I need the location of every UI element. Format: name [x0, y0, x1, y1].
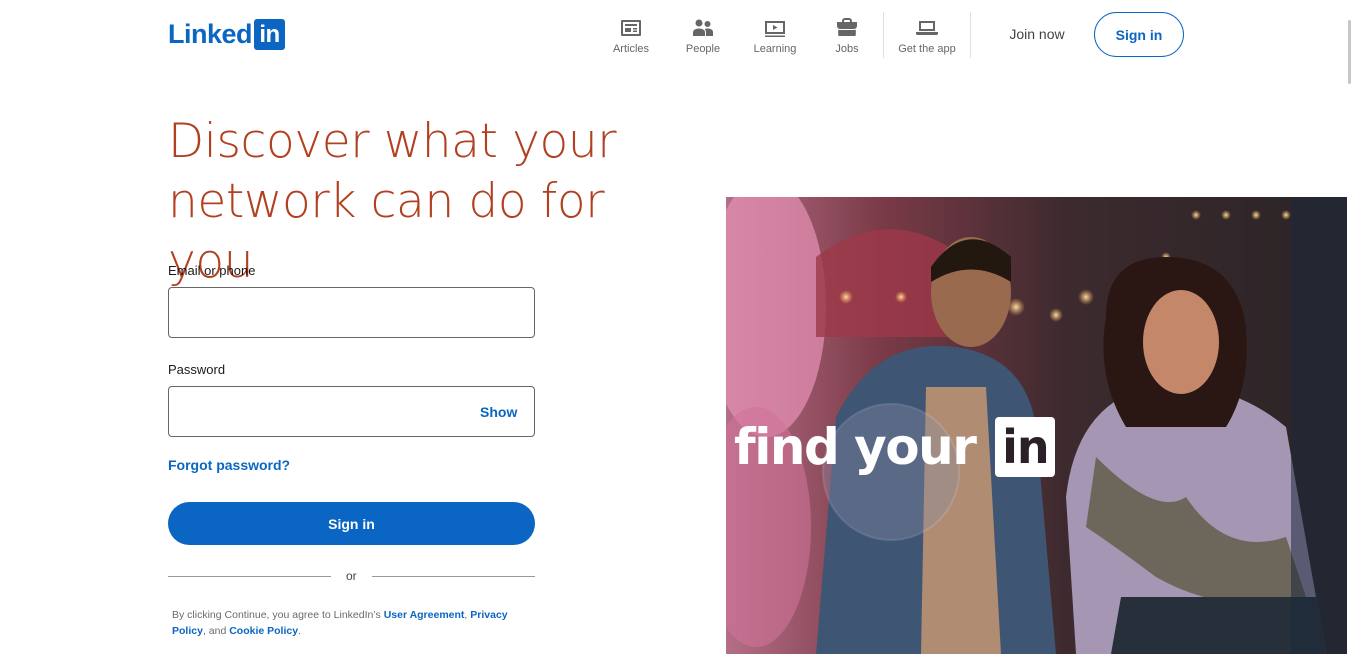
- terms-suffix: .: [298, 625, 301, 637]
- terms-text: By clicking Continue, you agree to Linke…: [172, 607, 532, 639]
- hero-in-box: in: [995, 417, 1056, 477]
- learning-icon: [765, 21, 785, 37]
- top-header: Linked in Articles People Learning Jobs …: [0, 0, 1351, 66]
- nav-label: Jobs: [835, 43, 859, 55]
- divider-line: [168, 576, 331, 577]
- nav-label: Articles: [612, 43, 650, 55]
- scrollbar[interactable]: [1347, 0, 1351, 654]
- join-now-button[interactable]: Join now: [993, 13, 1081, 55]
- or-divider: or: [168, 569, 535, 585]
- hero-image: find your in: [726, 197, 1347, 654]
- divider-line: [372, 576, 535, 577]
- sign-in-button[interactable]: Sign in: [168, 502, 535, 545]
- cookie-policy-link[interactable]: Cookie Policy: [229, 625, 298, 637]
- top-nav: Articles People Learning Jobs Get the ap…: [595, 12, 971, 58]
- nav-label: People: [685, 43, 721, 55]
- hero-tagline: find your in: [734, 417, 1056, 477]
- forgot-password-link[interactable]: Forgot password?: [168, 457, 290, 473]
- password-label: Password: [168, 362, 226, 377]
- nav-people[interactable]: People: [667, 12, 739, 56]
- terms-sep: , and: [202, 625, 230, 637]
- nav-learning[interactable]: Learning: [739, 12, 811, 56]
- people-icon: [693, 19, 713, 36]
- linkedin-logo[interactable]: Linked in: [168, 18, 286, 50]
- nav-jobs[interactable]: Jobs: [811, 12, 883, 56]
- header-sign-in-button[interactable]: Sign in: [1094, 12, 1184, 57]
- logo-text: Linked: [168, 19, 253, 49]
- nav-label: Learning: [753, 43, 797, 55]
- nav-get-the-app[interactable]: Get the app: [884, 12, 970, 56]
- articles-icon: [621, 20, 641, 36]
- terms-prefix: By clicking Continue, you agree to Linke…: [172, 609, 384, 621]
- email-input[interactable]: [168, 287, 535, 338]
- nav-articles[interactable]: Articles: [595, 12, 667, 56]
- jobs-icon: [837, 18, 857, 36]
- hero-text: find your: [734, 418, 977, 476]
- email-label: Email or phone: [168, 263, 256, 278]
- user-agreement-link[interactable]: User Agreement: [384, 609, 465, 621]
- logo-box: in: [254, 18, 286, 50]
- nav-divider: [970, 12, 971, 58]
- laptop-icon: [916, 21, 938, 35]
- nav-label: Get the app: [898, 43, 956, 55]
- show-password-button[interactable]: Show: [480, 404, 517, 420]
- or-text: or: [346, 569, 357, 583]
